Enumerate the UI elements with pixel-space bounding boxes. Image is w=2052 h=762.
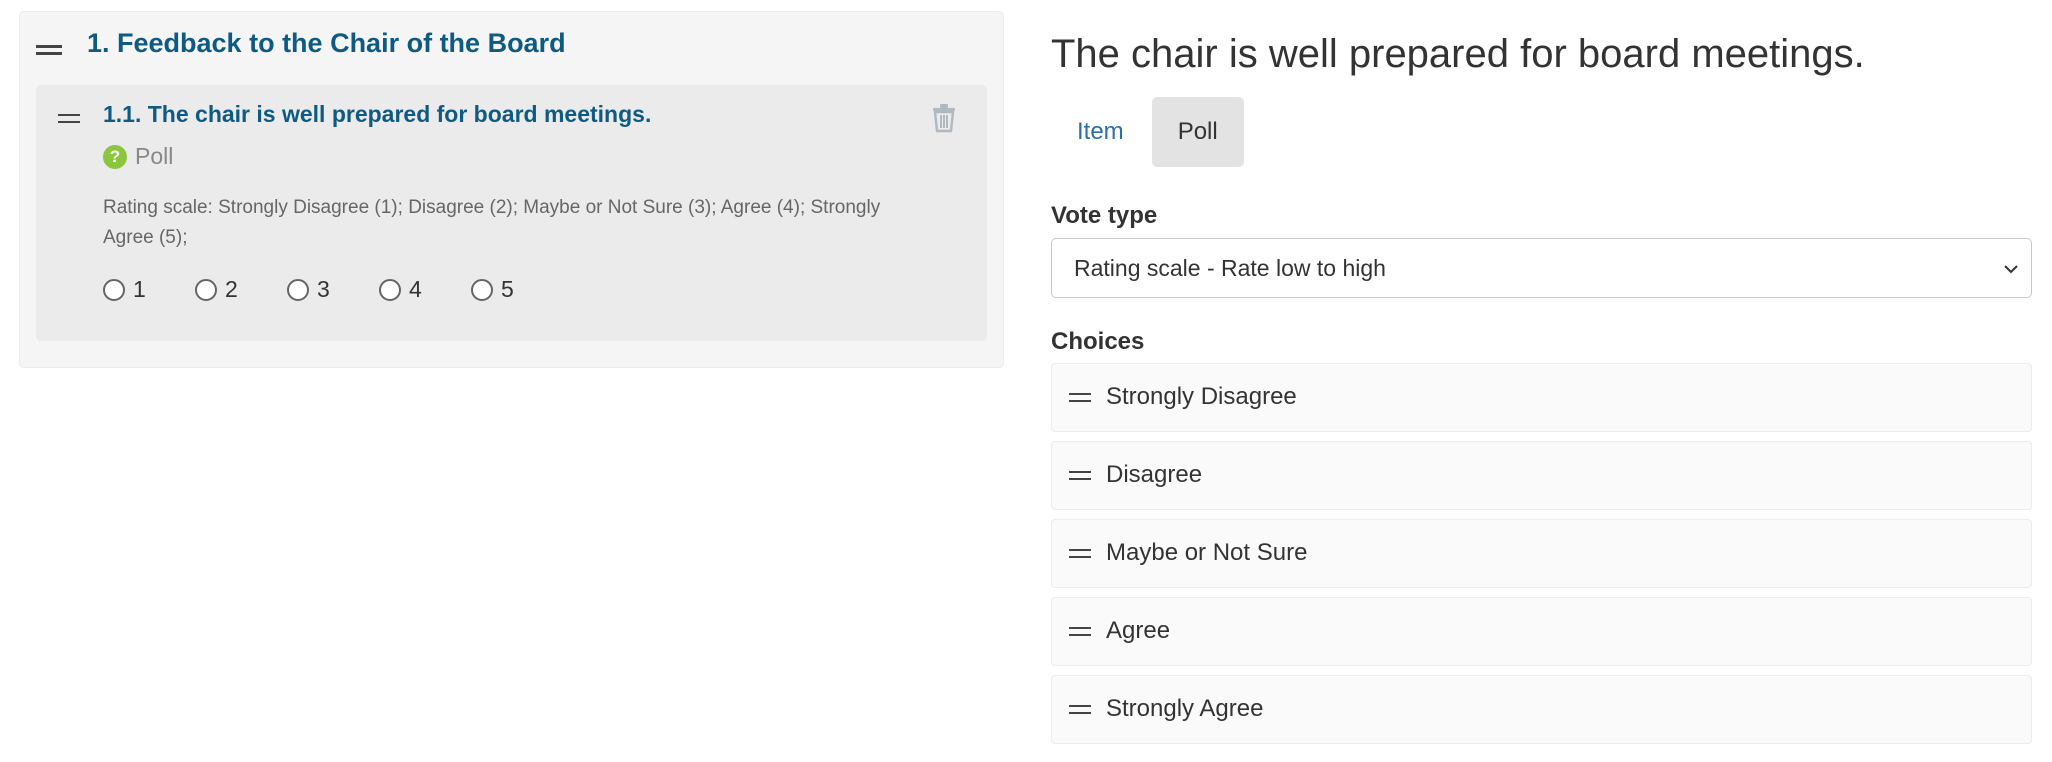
radio-circle-icon[interactable]: [195, 278, 217, 301]
vote-type-select[interactable]: Rating scale - Rate low to high: [1051, 238, 2032, 298]
rating-option-label: 4: [409, 276, 422, 302]
rating-option-label: 3: [317, 276, 330, 302]
radio-circle-icon[interactable]: [471, 278, 493, 301]
chevron-down-icon: [2004, 265, 2018, 274]
agenda-panel: 1. Feedback to the Chair of the Board 1.…: [19, 11, 1004, 368]
choice-item[interactable]: Strongly Disagree: [1051, 363, 2032, 432]
choice-item[interactable]: Strongly Agree: [1051, 675, 2032, 744]
drag-handle-icon[interactable]: [1069, 393, 1091, 402]
section-drag-handle-icon[interactable]: [36, 45, 62, 55]
rating-options: 1 2 3 4 5: [103, 276, 563, 303]
choices-label: Choices: [1051, 328, 1145, 355]
radio-circle-icon[interactable]: [287, 278, 309, 301]
section-title[interactable]: 1. Feedback to the Chair of the Board: [87, 28, 566, 59]
item-drag-handle-icon[interactable]: [58, 114, 80, 123]
poll-badge-label: Poll: [135, 143, 174, 169]
choice-item[interactable]: Disagree: [1051, 441, 2032, 510]
drag-handle-icon[interactable]: [1069, 549, 1091, 558]
agenda-item-card[interactable]: 1.1. The chair is well prepared for boar…: [36, 85, 987, 341]
rating-option-label: 2: [225, 276, 238, 302]
rating-option-3[interactable]: 3: [287, 276, 379, 303]
drag-handle-icon[interactable]: [1069, 705, 1091, 714]
trash-icon[interactable]: [930, 103, 958, 133]
rating-option-1[interactable]: 1: [103, 276, 195, 303]
poll-badge: ? Poll: [103, 143, 173, 170]
choice-label: Strongly Disagree: [1106, 383, 1297, 410]
choice-label: Strongly Agree: [1106, 695, 1264, 722]
tab-item[interactable]: Item: [1057, 97, 1144, 167]
item-title[interactable]: 1.1. The chair is well prepared for boar…: [103, 101, 651, 128]
editor-tabs: Item Poll: [1057, 97, 1244, 167]
drag-handle-icon[interactable]: [1069, 471, 1091, 480]
choice-item[interactable]: Agree: [1051, 597, 2032, 666]
rating-scale-description: Rating scale: Strongly Disagree (1); Dis…: [103, 197, 881, 248]
choice-label: Agree: [1106, 617, 1171, 644]
vote-type-label: Vote type: [1051, 202, 1158, 229]
radio-circle-icon[interactable]: [103, 278, 125, 301]
choice-item[interactable]: Maybe or Not Sure: [1051, 519, 2032, 588]
radio-circle-icon[interactable]: [379, 278, 401, 301]
question-circle-icon: ?: [103, 144, 127, 169]
rating-option-label: 1: [133, 276, 146, 302]
vote-type-value: Rating scale - Rate low to high: [1074, 255, 1386, 281]
drag-handle-icon[interactable]: [1069, 627, 1091, 636]
tab-poll[interactable]: Poll: [1151, 97, 1244, 167]
rating-option-5[interactable]: 5: [471, 276, 563, 303]
page-title: The chair is well prepared for board mee…: [1051, 32, 1865, 76]
choice-label: Disagree: [1106, 461, 1203, 488]
rating-option-4[interactable]: 4: [379, 276, 471, 303]
rating-option-label: 5: [501, 276, 514, 302]
rating-option-2[interactable]: 2: [195, 276, 287, 303]
choice-label: Maybe or Not Sure: [1106, 539, 1308, 566]
